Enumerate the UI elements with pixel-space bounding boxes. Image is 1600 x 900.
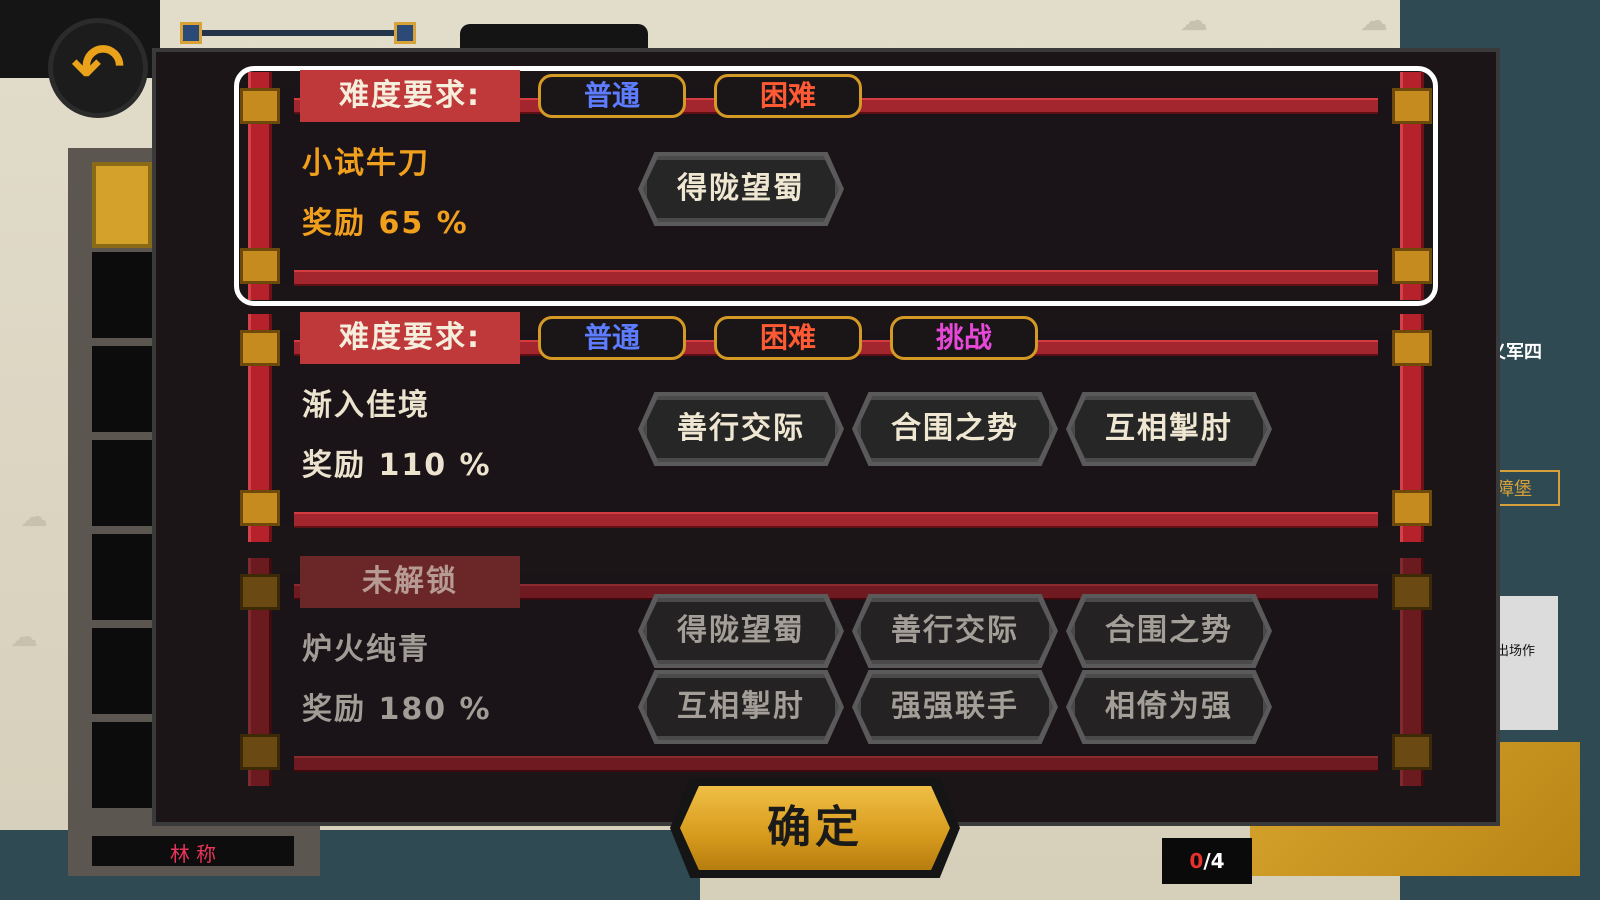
back-button[interactable]: ↶ bbox=[48, 18, 148, 118]
row-reward: 奖励 180 % bbox=[302, 692, 492, 727]
difficulty-row[interactable]: 难度要求: 普通 困难 挑战 渐入佳境 奖励 110 % 善行交际 合围之势 互… bbox=[234, 308, 1438, 548]
skill-button-locked: 相倚为强 bbox=[1071, 674, 1267, 740]
scroll-pillar-right bbox=[1392, 308, 1432, 548]
confirm-button[interactable]: 确定 bbox=[680, 786, 950, 870]
right-photo-caption: 出场作 bbox=[1496, 644, 1536, 659]
difficulty-badge-hard: 困难 bbox=[714, 74, 862, 118]
row-rail-bottom bbox=[294, 756, 1378, 772]
difficulty-badge-challenge: 挑战 bbox=[890, 316, 1038, 360]
slider-handle-right[interactable] bbox=[394, 22, 416, 44]
counter-current: 0 bbox=[1189, 849, 1204, 873]
row-rail-bottom bbox=[294, 512, 1378, 528]
row-title: 炉火纯青 bbox=[302, 632, 430, 667]
left-slot-selected[interactable] bbox=[92, 162, 152, 248]
skill-button-locked: 合围之势 bbox=[1071, 598, 1267, 664]
skill-button[interactable]: 善行交际 bbox=[643, 396, 839, 462]
scroll-pillar-left bbox=[240, 552, 280, 792]
slider-rail bbox=[190, 30, 406, 36]
left-slot[interactable] bbox=[92, 628, 152, 714]
scroll-pillar-left bbox=[240, 308, 280, 548]
difficulty-badge-normal: 普通 bbox=[538, 316, 686, 360]
difficulty-requirement-label: 难度要求: bbox=[300, 70, 520, 122]
left-slot[interactable] bbox=[92, 722, 152, 808]
left-slot[interactable] bbox=[92, 252, 152, 338]
cloud-icon: ☁ bbox=[1360, 4, 1388, 37]
skill-button-locked: 互相掣肘 bbox=[643, 674, 839, 740]
slider-handle-left[interactable] bbox=[180, 22, 202, 44]
counter-total: /4 bbox=[1203, 849, 1225, 873]
left-slot[interactable] bbox=[92, 534, 152, 620]
progress-counter: 0/4 bbox=[1162, 838, 1252, 884]
locked-label: 未解锁 bbox=[300, 556, 520, 608]
difficulty-requirement-label: 难度要求: bbox=[300, 312, 520, 364]
confirm-button-frame: 确定 bbox=[670, 778, 960, 878]
row-title: 小试牛刀 bbox=[302, 146, 430, 181]
left-slot[interactable] bbox=[92, 346, 152, 432]
skill-button-locked: 强强联手 bbox=[857, 674, 1053, 740]
right-card-title: 义军四 bbox=[1488, 342, 1542, 363]
skill-button[interactable]: 得陇望蜀 bbox=[643, 156, 839, 222]
top-slider[interactable] bbox=[180, 22, 416, 44]
left-panel-name: 林 称 bbox=[92, 836, 294, 866]
skill-button[interactable]: 合围之势 bbox=[857, 396, 1053, 462]
left-slot[interactable] bbox=[92, 440, 152, 526]
difficulty-row[interactable]: 难度要求: 普通 困难 小试牛刀 奖励 65 % 得陇望蜀 bbox=[234, 66, 1438, 306]
back-arrow-icon: ↶ bbox=[71, 31, 125, 105]
cloud-icon: ☁ bbox=[10, 620, 38, 653]
row-reward: 奖励 65 % bbox=[302, 206, 469, 241]
scroll-pillar-right bbox=[1392, 552, 1432, 792]
difficulty-badge-normal: 普通 bbox=[538, 74, 686, 118]
cloud-icon: ☁ bbox=[1180, 4, 1208, 37]
skill-button[interactable]: 互相掣肘 bbox=[1071, 396, 1267, 462]
skill-button-locked: 善行交际 bbox=[857, 598, 1053, 664]
difficulty-badge-hard: 困难 bbox=[714, 316, 862, 360]
row-title: 渐入佳境 bbox=[302, 388, 430, 423]
cloud-icon: ☁ bbox=[20, 500, 48, 533]
row-reward: 奖励 110 % bbox=[302, 448, 492, 483]
skill-button-locked: 得陇望蜀 bbox=[643, 598, 839, 664]
difficulty-row-locked: 未解锁 炉火纯青 奖励 180 % 得陇望蜀 善行交际 合围之势 互相掣肘 强强… bbox=[234, 552, 1438, 792]
